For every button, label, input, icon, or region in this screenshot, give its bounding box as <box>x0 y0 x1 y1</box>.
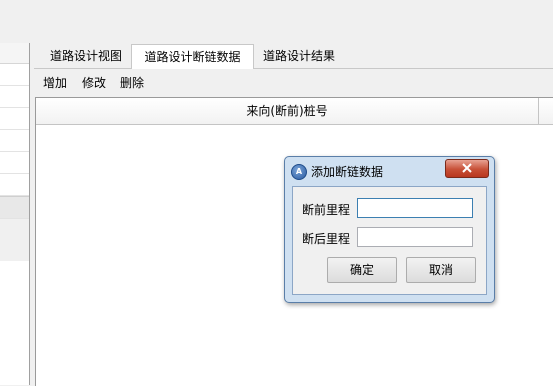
ok-button[interactable]: 确定 <box>327 257 397 283</box>
delete-button[interactable]: 删除 <box>120 75 144 91</box>
dialog-body: 断前里程 断后里程 确定 取消 <box>292 186 487 295</box>
left-grid-empty-area <box>0 261 29 385</box>
column-header-incoming-station[interactable]: 来向(断前)桩号 <box>36 98 539 125</box>
edit-button[interactable]: 修改 <box>82 75 106 91</box>
left-grid-row[interactable] <box>0 64 29 86</box>
close-icon <box>462 163 472 173</box>
tab-strip: 道路设计视图 道路设计断链数据 道路设计结果 <box>34 44 553 69</box>
before-mileage-input[interactable] <box>357 198 473 218</box>
after-mileage-input[interactable] <box>357 227 473 247</box>
top-band <box>0 0 553 40</box>
before-mileage-label: 断前里程 <box>302 203 351 217</box>
add-button[interactable]: 增加 <box>43 75 67 91</box>
cancel-button[interactable]: 取消 <box>406 257 476 283</box>
left-grid-row[interactable] <box>0 152 29 174</box>
left-panel <box>0 43 30 385</box>
left-grid-row[interactable] <box>0 108 29 130</box>
left-grid-row[interactable] <box>0 86 29 108</box>
tab-road-design-chain-data[interactable]: 道路设计断链数据 <box>131 44 254 69</box>
close-button[interactable] <box>445 159 489 178</box>
dialog-title-bar[interactable]: A 添加断链数据 <box>285 157 494 186</box>
dialog-title: 添加断链数据 <box>311 165 384 179</box>
left-grid-row[interactable] <box>0 174 29 196</box>
app-icon: A <box>291 164 307 180</box>
tab-road-design-view[interactable]: 道路设计视图 <box>42 46 130 67</box>
add-chain-data-dialog: A 添加断链数据 断前里程 断后里程 确定 取消 <box>284 156 495 303</box>
grid-header-filler <box>539 98 553 125</box>
tab-road-design-result[interactable]: 道路设计结果 <box>255 46 343 67</box>
after-mileage-label: 断后里程 <box>302 232 351 246</box>
left-grid-row[interactable] <box>0 130 29 152</box>
left-grid-header <box>0 43 29 64</box>
left-grid-footer <box>0 196 29 219</box>
toolbar: 增加 修改 删除 <box>34 70 553 96</box>
